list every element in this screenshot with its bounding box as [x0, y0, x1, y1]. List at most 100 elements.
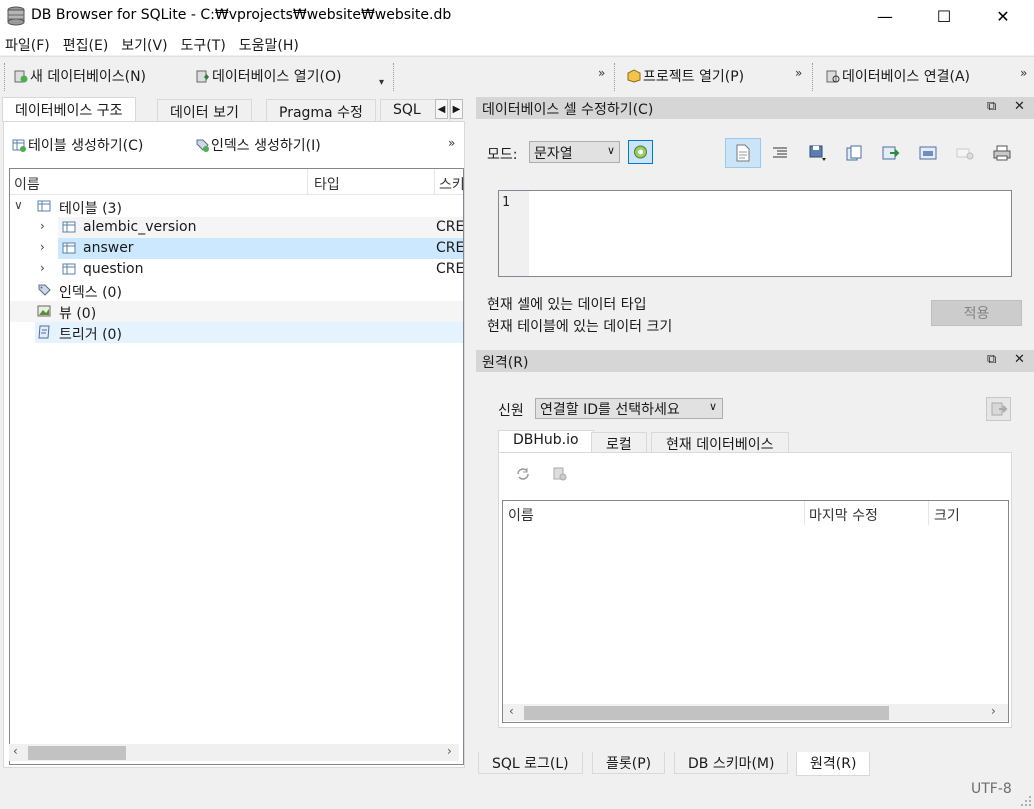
remote-table-hscrollbar[interactable]: ‹ › — [503, 704, 1008, 721]
export-button[interactable] — [836, 138, 872, 168]
open-database-label: 데이터베이스 열기(O) — [212, 69, 342, 85]
structure-toolbar-overflow[interactable]: » — [448, 136, 455, 150]
tree-row-table[interactable]: › alembic_version CRE — [40, 217, 463, 238]
toolbar-overflow-2[interactable]: » — [795, 66, 802, 80]
attach-database-icon — [826, 70, 840, 83]
tables-group-label: 테이블 (3) — [59, 201, 122, 217]
open-database-dropdown-icon[interactable]: ▾ — [379, 77, 384, 88]
table-schema: CRE — [436, 261, 464, 277]
tab-browse-data[interactable]: 데이터 보기 — [157, 99, 252, 121]
tab-scroll-right-icon[interactable]: ▶ — [450, 99, 463, 119]
toolbar-grip-2[interactable] — [614, 63, 617, 91]
tree-row-indices[interactable]: 인덱스 (0) — [10, 280, 463, 301]
line-number-gutter: 1 — [499, 191, 529, 276]
toolbar-grip[interactable] — [4, 63, 7, 91]
menu-edit[interactable]: 편집(E) — [58, 33, 117, 55]
scroll-left-icon[interactable]: ‹ — [13, 744, 18, 758]
set-null-button[interactable] — [947, 138, 983, 168]
close-button[interactable]: ✕ — [980, 0, 1026, 32]
maximize-button[interactable]: ☐ — [921, 0, 967, 32]
open-project-icon — [627, 69, 641, 83]
resize-grip-icon[interactable] — [1020, 795, 1032, 807]
expand-icon[interactable]: › — [40, 219, 45, 233]
header-divider[interactable] — [928, 501, 929, 525]
column-last-modified-header[interactable]: 마지막 수정 — [809, 505, 878, 525]
remote-title: 원격(R) — [482, 355, 529, 371]
toolbar-overflow-3[interactable]: » — [1020, 66, 1027, 80]
import-button[interactable] — [800, 138, 836, 168]
new-database-button[interactable]: 새 데이터베이스(N) — [14, 66, 146, 86]
copy-out-button[interactable] — [873, 138, 909, 168]
create-index-button[interactable]: 인덱스 생성하기(I) — [195, 135, 321, 155]
close-dock-icon[interactable]: ✕ — [1014, 352, 1025, 367]
tab-database-structure[interactable]: 데이터베이스 구조 — [2, 97, 136, 122]
tab-sql-log[interactable]: SQL 로그(L) — [478, 752, 583, 774]
remote-dock-title[interactable]: 원격(R) ⧉ ✕ — [476, 350, 1034, 372]
minimize-button[interactable]: — — [862, 0, 908, 32]
header-divider[interactable] — [307, 169, 308, 195]
word-wrap-button[interactable] — [725, 138, 761, 168]
open-project-button[interactable]: 프로젝트 열기(P) — [627, 66, 744, 86]
apply-button[interactable]: 적용 — [931, 300, 1022, 326]
column-type-header[interactable]: 타입 — [314, 174, 340, 194]
menu-help[interactable]: 도움말(H) — [234, 33, 307, 55]
tree-row-table[interactable]: › answer CRE — [40, 238, 464, 259]
tab-local[interactable]: 로컬 — [591, 432, 647, 453]
close-dock-icon[interactable]: ✕ — [1014, 99, 1025, 114]
scroll-thumb[interactable] — [28, 746, 126, 760]
indent-format-button[interactable] — [762, 138, 798, 168]
identity-select[interactable]: 연결할 ID를 선택하세요 ∨ — [535, 398, 723, 419]
float-dock-icon[interactable]: ⧉ — [987, 99, 996, 114]
auto-switch-mode-button[interactable] — [628, 140, 653, 164]
refresh-icon[interactable] — [514, 465, 532, 483]
toolbar-grip-3[interactable] — [812, 63, 815, 91]
scroll-right-icon[interactable]: › — [447, 744, 452, 758]
open-external-button[interactable] — [910, 138, 946, 168]
tab-scroll-left-icon[interactable]: ◀ — [435, 99, 448, 119]
open-project-label: 프로젝트 열기(P) — [643, 69, 745, 85]
menu-file[interactable]: 파일(F) — [0, 33, 58, 55]
tree-row-triggers[interactable]: 트리거 (0) — [35, 322, 463, 343]
scroll-thumb[interactable] — [524, 706, 889, 720]
tree-row-views[interactable]: 뷰 (0) — [10, 301, 463, 322]
column-name-header[interactable]: 이름 — [14, 174, 40, 194]
header-divider[interactable] — [804, 501, 805, 525]
attach-database-button[interactable]: 데이터베이스 연결(A) — [826, 66, 970, 86]
cell-editor[interactable]: 1 — [498, 190, 1012, 277]
menu-tools[interactable]: 도구(T) — [176, 33, 234, 55]
open-database-button[interactable]: 데이터베이스 열기(O) — [196, 66, 341, 86]
edit-cell-dock-title[interactable]: 데이터베이스 셀 수정하기(C) ⧉ ✕ — [476, 97, 1034, 119]
table-schema: CRE — [436, 240, 464, 256]
print-button[interactable] — [984, 138, 1020, 168]
float-dock-icon[interactable]: ⧉ — [987, 352, 996, 367]
create-table-button[interactable]: 테이블 생성하기(C) — [12, 135, 143, 155]
schema-tree-hscrollbar[interactable]: ‹ › — [9, 744, 459, 761]
expand-icon[interactable]: › — [40, 240, 45, 254]
push-database-button[interactable] — [986, 397, 1011, 421]
menu-view[interactable]: 보기(V) — [116, 33, 175, 55]
attach-database-label: 데이터베이스 연결(A) — [842, 69, 970, 85]
tree-row-table[interactable]: › question CRE — [40, 259, 464, 280]
clone-database-icon[interactable] — [551, 465, 569, 483]
tab-plot[interactable]: 플롯(P) — [592, 752, 666, 774]
remote-file-table[interactable]: 이름 마지막 수정 크기 ‹ › — [502, 500, 1009, 723]
header-divider[interactable] — [434, 169, 435, 195]
scroll-left-icon[interactable]: ‹ — [509, 704, 514, 718]
tree-row-tables[interactable]: ∨ 테이블 (3) — [10, 196, 463, 217]
document-icon — [736, 144, 750, 162]
tab-db-schema[interactable]: DB 스키마(M) — [674, 752, 789, 774]
collapse-icon[interactable]: ∨ — [14, 198, 23, 212]
scroll-right-icon[interactable]: › — [991, 704, 996, 718]
tab-remote[interactable]: 원격(R) — [796, 752, 871, 776]
create-table-icon — [12, 139, 26, 152]
tab-dbhub[interactable]: DBHub.io — [498, 430, 594, 453]
column-name-header[interactable]: 이름 — [508, 505, 534, 525]
tab-current-database[interactable]: 현재 데이터베이스 — [651, 432, 789, 453]
toolbar-overflow-1[interactable]: » — [598, 66, 605, 80]
column-size-header[interactable]: 크기 — [934, 505, 960, 525]
expand-icon[interactable]: › — [40, 261, 45, 275]
mode-select[interactable]: 문자열 ∨ — [529, 141, 620, 163]
triggers-group-label: 트리거 (0) — [59, 327, 122, 343]
column-schema-header[interactable]: 스키 — [439, 174, 463, 194]
tab-edit-pragmas[interactable]: Pragma 수정 — [266, 99, 376, 121]
